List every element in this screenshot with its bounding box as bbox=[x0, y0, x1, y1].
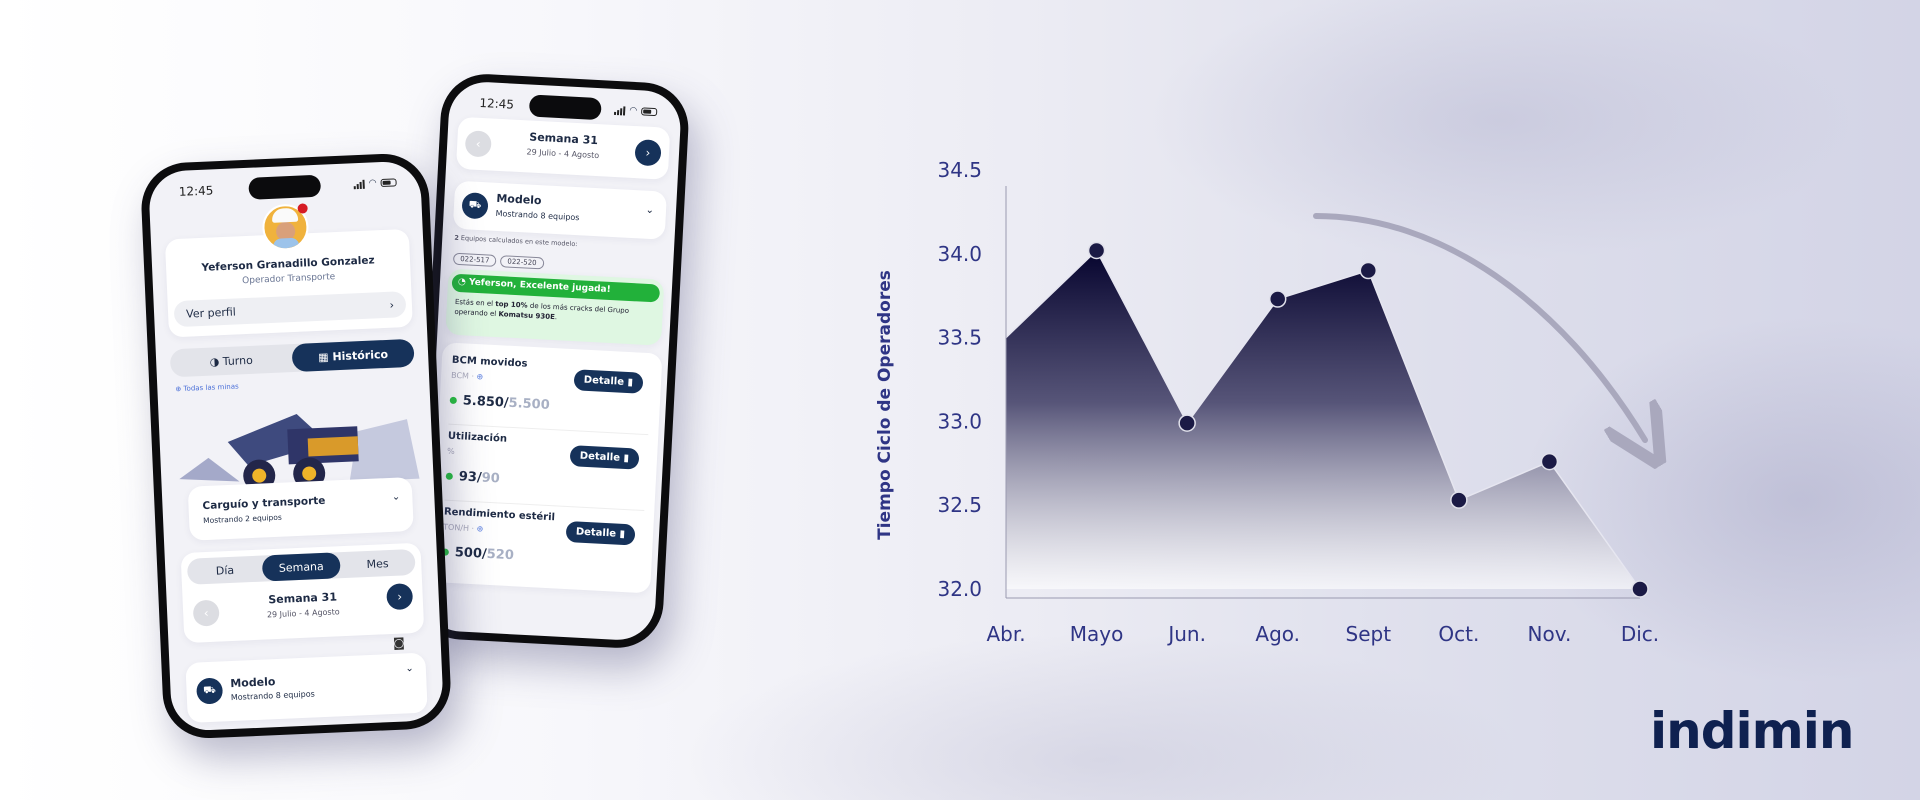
x-tick-label: Ago. bbox=[1255, 622, 1300, 646]
data-point bbox=[1540, 452, 1559, 471]
data-point bbox=[1087, 241, 1106, 260]
area-fill bbox=[1006, 250, 1640, 589]
x-tick-label: Oct. bbox=[1438, 622, 1479, 646]
y-tick-label: 32.0 bbox=[937, 577, 982, 601]
data-point bbox=[1178, 414, 1196, 432]
y-tick-label: 33.0 bbox=[937, 409, 982, 433]
data-point bbox=[1450, 491, 1468, 509]
x-tick-label: Sept bbox=[1346, 622, 1392, 646]
data-point bbox=[1268, 290, 1287, 308]
y-axis-label: Tiempo Ciclo de Operadores bbox=[875, 270, 895, 540]
y-tick-label: 34.0 bbox=[937, 242, 982, 266]
x-tick-label: Nov. bbox=[1528, 622, 1572, 646]
x-tick-label: Jun. bbox=[1166, 622, 1206, 646]
indimin-logo: indimin bbox=[1650, 702, 1854, 760]
data-point bbox=[1631, 580, 1649, 598]
x-tick-label: Abr. bbox=[986, 622, 1025, 646]
y-tick-label: 32.5 bbox=[937, 493, 982, 517]
cycle-time-chart: Tiempo Ciclo de Operadores 32.0 32.5 33.0 3… bbox=[875, 158, 1920, 646]
x-tick-label: Dic. bbox=[1621, 622, 1659, 646]
y-tick-label: 33.5 bbox=[937, 326, 982, 350]
data-point bbox=[1359, 261, 1378, 280]
x-tick-label: Mayo bbox=[1070, 622, 1124, 646]
y-tick-label: 34.5 bbox=[937, 158, 982, 182]
